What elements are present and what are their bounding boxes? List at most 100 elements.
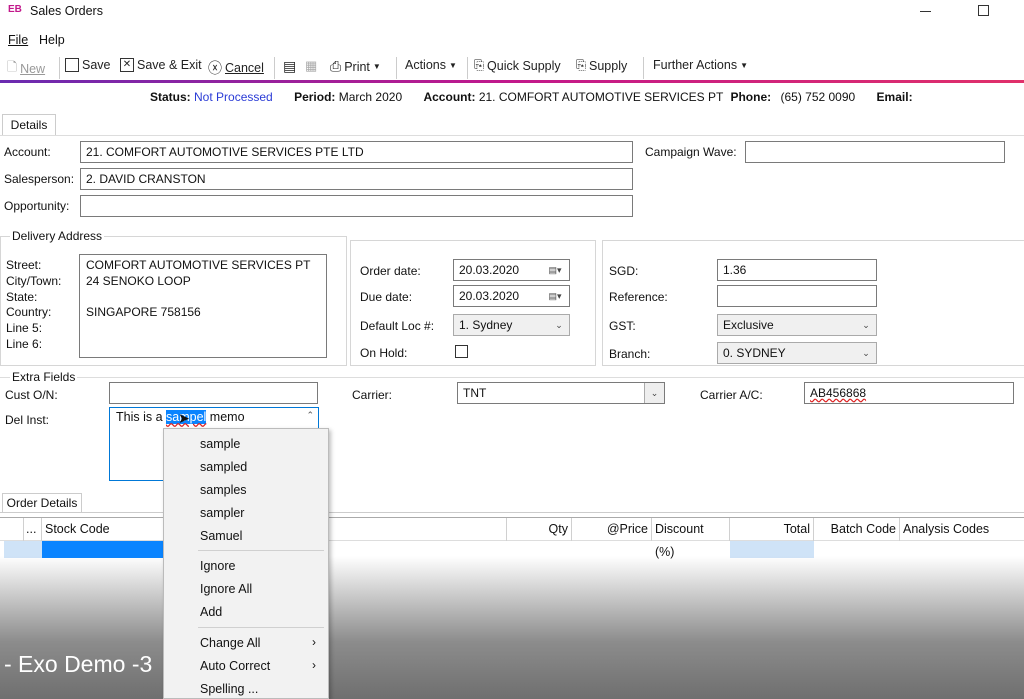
opportunity-label: Opportunity: [4,199,70,213]
maximize-icon[interactable] [978,5,989,16]
status-bar: Status: Not Processed Period: March 2020… [150,90,913,104]
print-button[interactable]: ⎙ Print ▼ [330,58,381,75]
menu-item-add[interactable]: Add [200,605,222,619]
divider [59,57,60,79]
due-date-label: Due date: [360,290,413,304]
account-field[interactable]: 21. COMFORT AUTOMOTIVE SERVICES PTE LTD [80,141,633,163]
campaign-wave-label: Campaign Wave: [645,145,737,159]
scroll-up-icon[interactable]: ⌃ [306,410,314,421]
video-overlay [0,556,1024,699]
menu-item-ignore-all[interactable]: Ignore All [200,582,252,596]
window-title: Sales Orders [30,4,103,18]
order-date-label: Order date: [360,264,421,278]
carrier-ac-field[interactable]: AB456868 [804,382,1014,404]
chevron-right-icon: › [312,658,316,672]
cancel-button[interactable]: ⓧ Cancel [208,58,264,78]
printer-icon: ⎙ [330,58,342,74]
column-header[interactable]: Total [730,518,814,541]
on-hold-checkbox[interactable] [455,345,468,358]
chevron-down-icon: ⌄ [555,320,563,330]
salesperson-field[interactable]: 2. DAVID CRANSTON [80,168,633,190]
divider [0,135,1024,136]
currency-label: SGD: [609,264,639,278]
supply-icon: ⎘ [474,58,485,72]
account-label: Account: [4,145,51,159]
accent-line [0,80,1024,83]
divider [467,57,468,79]
branch-label: Branch: [609,347,651,361]
column-header[interactable]: ... [23,518,42,541]
order-date-field[interactable]: 20.03.2020 ▤▾ [453,259,570,281]
default-loc-label: Default Loc #: [360,319,435,333]
opportunity-field[interactable] [80,195,633,217]
divider [0,512,1024,513]
divider [274,57,275,79]
divider [198,627,324,628]
due-date-field[interactable]: 20.03.2020 ▤▾ [453,285,570,307]
menu-item-suggestion[interactable]: sample [200,437,240,451]
delivery-address-title: Delivery Address [10,229,105,243]
gst-label: GST: [609,319,636,333]
column-header[interactable]: Discount (%) [652,518,730,559]
divider [198,550,324,551]
delivery-labels: Street: City/Town: State: Country: Line 5: Li… [6,258,62,351]
menu-item-suggestion[interactable]: sampled [200,460,247,474]
chevron-down-icon: ⌄ [862,320,870,330]
menu-item-ignore[interactable]: Ignore [200,559,235,573]
menu-item-suggestion[interactable]: samples [200,483,247,497]
column-header[interactable]: @Price [572,518,652,541]
calendar-dropdown-icon[interactable]: ▤▾ [541,260,569,280]
cancel-icon: ⓧ [208,60,222,76]
chevron-down-icon: ⌄ [862,348,870,358]
calendar-dropdown-icon[interactable]: ▤▾ [541,286,569,306]
column-header[interactable]: Qty [507,518,572,541]
list-icon: ▤ [283,58,297,74]
default-loc-select[interactable]: 1. Sydney ⌄ [453,314,570,336]
menu-item-auto-correct[interactable]: Auto Correct [200,659,270,673]
status-value: Not Processed [194,90,273,104]
cust-on-field[interactable] [109,382,318,404]
carrier-label: Carrier: [352,388,393,402]
save-icon [65,58,79,72]
spellcheck-context-menu: sample sampled samples sampler Samuel Ig… [163,428,329,699]
tab-details[interactable]: Details [2,114,56,136]
menu-item-suggestion[interactable]: sampler [200,506,244,520]
column-header[interactable]: Analysis Codes [900,518,1024,541]
divider [643,57,644,79]
campaign-wave-field[interactable] [745,141,1005,163]
menu-item-spelling[interactable]: Spelling ... [200,682,258,696]
save-button[interactable]: Save [65,58,111,72]
menu-item-change-all[interactable]: Change All [200,636,260,650]
chevron-down-icon: ⌄ [644,383,664,403]
app-logo: EB [8,4,22,15]
minimize-icon[interactable] [920,11,931,12]
supply-button[interactable]: ⎘ Supply [576,58,627,73]
save-exit-button[interactable]: ✕ Save & Exit [120,58,202,72]
further-actions-button[interactable]: Further Actions ▼ [653,58,748,72]
calendar-icon: ▦ [305,58,318,73]
actions-button[interactable]: Actions ▼ [405,58,457,72]
menu-help[interactable]: Help [39,33,65,47]
menu-item-suggestion[interactable]: Samuel [200,529,242,543]
exchange-rate-field[interactable]: 1.36 [717,259,877,281]
salesperson-label: Salesperson: [4,172,75,186]
calendar-button[interactable]: ▦ [305,58,317,74]
delivery-address-field[interactable]: COMFORT AUTOMOTIVE SERVICES PT 24 SENOKO … [79,254,327,358]
divider [0,377,1024,378]
list-button[interactable]: ▤ [283,58,296,75]
new-button[interactable]: 🗋 New [7,58,45,79]
menu-file[interactable]: File [8,33,28,47]
extra-fields-title: Extra Fields [10,370,78,384]
save-exit-icon: ✕ [120,58,134,72]
cust-on-label: Cust O/N: [5,388,58,402]
gst-select[interactable]: Exclusive ⌄ [717,314,877,336]
divider [396,57,397,79]
carrier-select[interactable]: TNT ⌄ [457,382,665,404]
tab-order-details[interactable]: Order Details [2,493,82,513]
branch-select[interactable]: 0. SYDNEY ⌄ [717,342,877,364]
quick-supply-button[interactable]: ⎘ Quick Supply [474,58,561,73]
video-caption: - Exo Demo -3 [4,651,153,677]
carrier-ac-label: Carrier A/C: [700,388,763,402]
column-header[interactable]: Batch Code [814,518,900,541]
reference-field[interactable] [717,285,877,307]
